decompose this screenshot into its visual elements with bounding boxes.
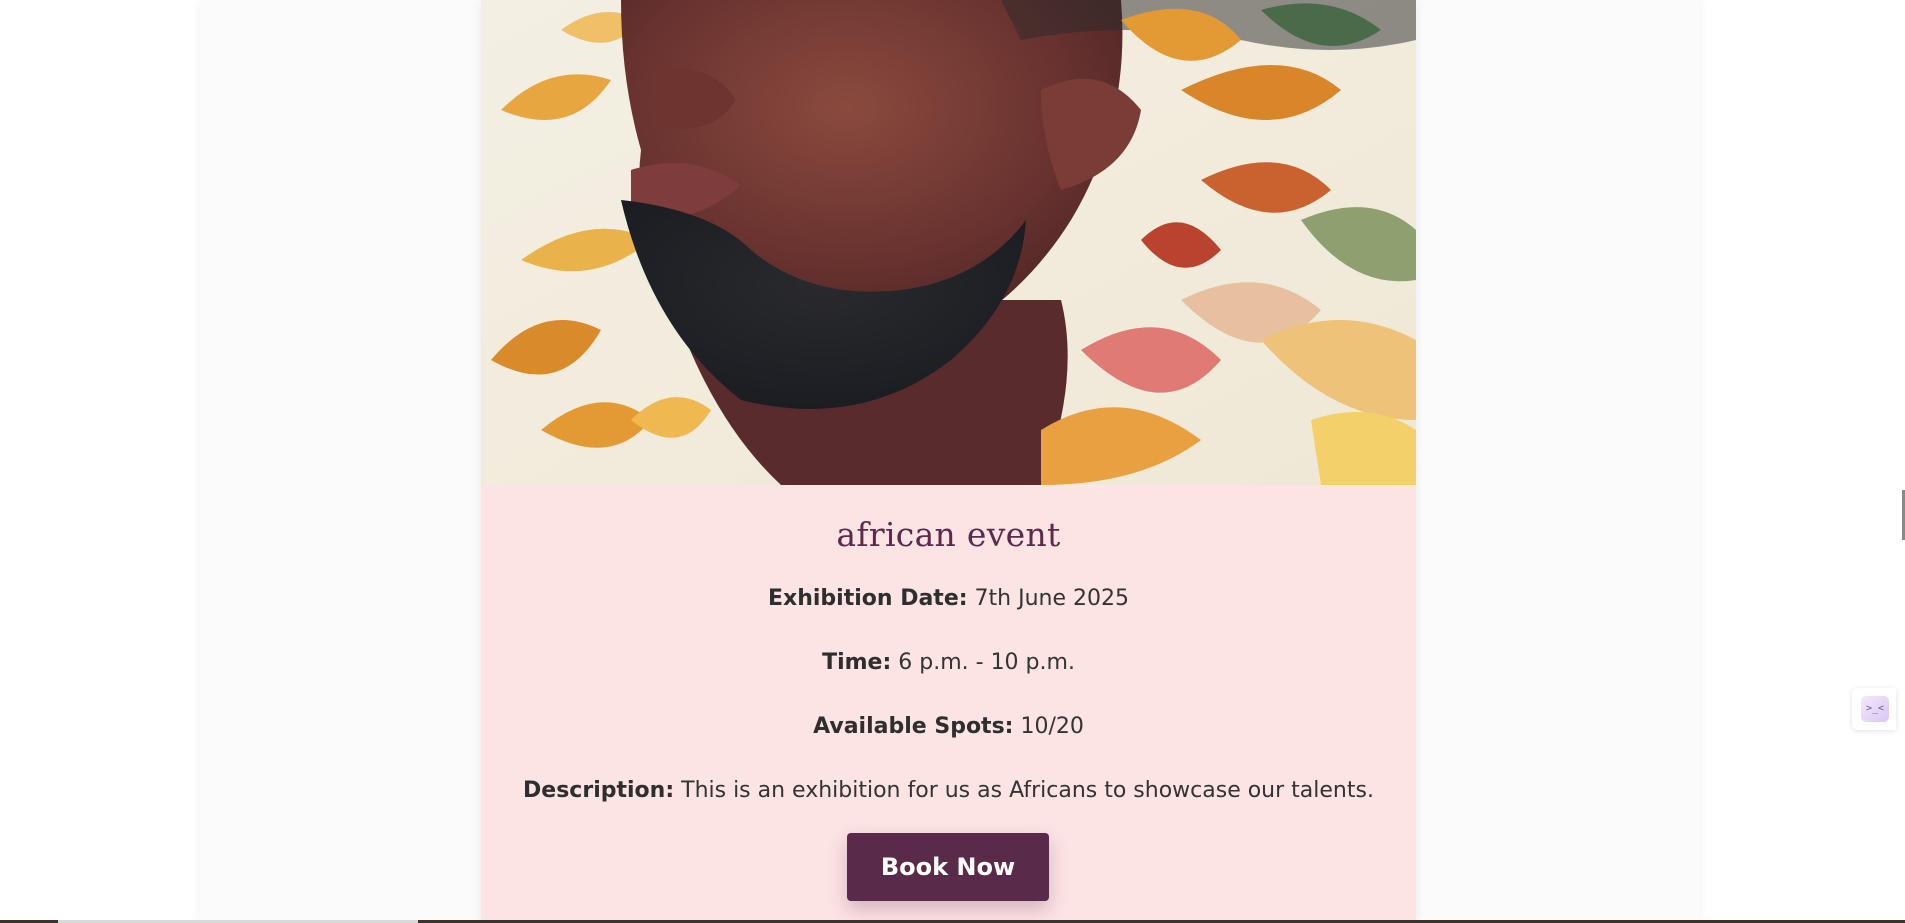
event-time-value: 6 p.m. - 10 p.m. xyxy=(898,650,1075,675)
side-widget-button[interactable]: >_< xyxy=(1852,688,1896,730)
exhibition-date-value: 7th June 2025 xyxy=(974,586,1129,611)
event-description: Description: This is an exhibition for u… xyxy=(481,778,1416,803)
exhibition-date: Exhibition Date: 7th June 2025 xyxy=(481,586,1416,611)
event-image xyxy=(481,0,1416,485)
event-description-label: Description: xyxy=(523,778,675,803)
book-now-button[interactable]: Book Now xyxy=(847,833,1049,901)
event-title: african event xyxy=(836,515,1061,554)
event-description-value: This is an exhibition for us as Africans… xyxy=(681,778,1374,803)
widget-face-icon: >_< xyxy=(1861,696,1889,722)
event-details: african event Exhibition Date: 7th June … xyxy=(481,485,1416,920)
event-time-label: Time: xyxy=(822,650,892,675)
available-spots-label: Available Spots: xyxy=(813,714,1014,739)
event-time: Time: 6 p.m. - 10 p.m. xyxy=(481,650,1416,675)
event-card: african event Exhibition Date: 7th June … xyxy=(481,0,1416,920)
available-spots-value: 10/20 xyxy=(1020,714,1084,739)
exhibition-date-label: Exhibition Date: xyxy=(768,586,968,611)
available-spots: Available Spots: 10/20 xyxy=(481,714,1416,739)
